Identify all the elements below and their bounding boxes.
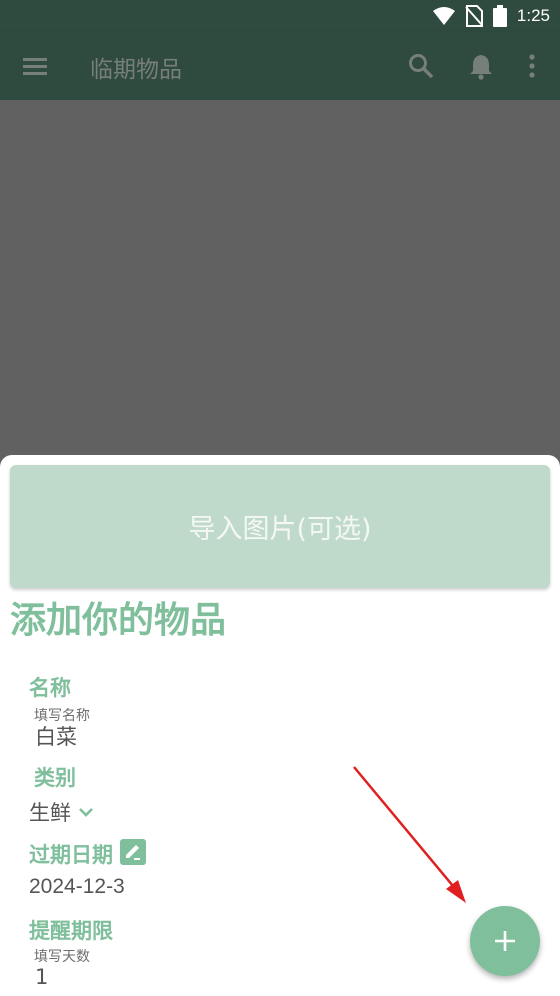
- edit-date-icon[interactable]: [120, 839, 146, 865]
- bell-icon[interactable]: [467, 52, 495, 80]
- category-select[interactable]: 生鲜: [29, 797, 95, 827]
- search-icon[interactable]: [407, 52, 435, 80]
- battery-icon: [492, 5, 507, 27]
- category-value: 生鲜: [29, 801, 71, 825]
- wifi-icon: [432, 7, 455, 25]
- reminder-label: 提醒期限: [29, 919, 113, 943]
- scrim[interactable]: [0, 100, 560, 460]
- more-vert-icon[interactable]: [518, 52, 546, 80]
- name-label: 名称: [29, 676, 71, 700]
- name-field[interactable]: 白菜: [35, 721, 77, 751]
- status-bar: 1:25: [0, 0, 560, 32]
- menu-icon[interactable]: [21, 52, 49, 80]
- add-button[interactable]: [470, 906, 540, 976]
- reminder-hint: 填写天数: [34, 949, 90, 965]
- plus-icon: [495, 931, 515, 951]
- expiry-date-value[interactable]: 2024-12-3: [29, 875, 125, 899]
- status-time: 1:25: [516, 6, 550, 25]
- sheet-title: 添加你的物品: [10, 600, 227, 641]
- app-title: 临期物品: [90, 57, 182, 83]
- chevron-down-icon: [79, 808, 93, 817]
- status-icons: 1:25: [432, 4, 550, 28]
- app-bar: 临期物品: [0, 32, 560, 100]
- category-label: 类别: [34, 766, 76, 790]
- reminder-days-field[interactable]: 1: [35, 965, 48, 989]
- import-image-button[interactable]: 导入图片(可选): [10, 465, 550, 588]
- no-sim-icon: [465, 5, 483, 27]
- expiry-label: 过期日期: [29, 843, 113, 867]
